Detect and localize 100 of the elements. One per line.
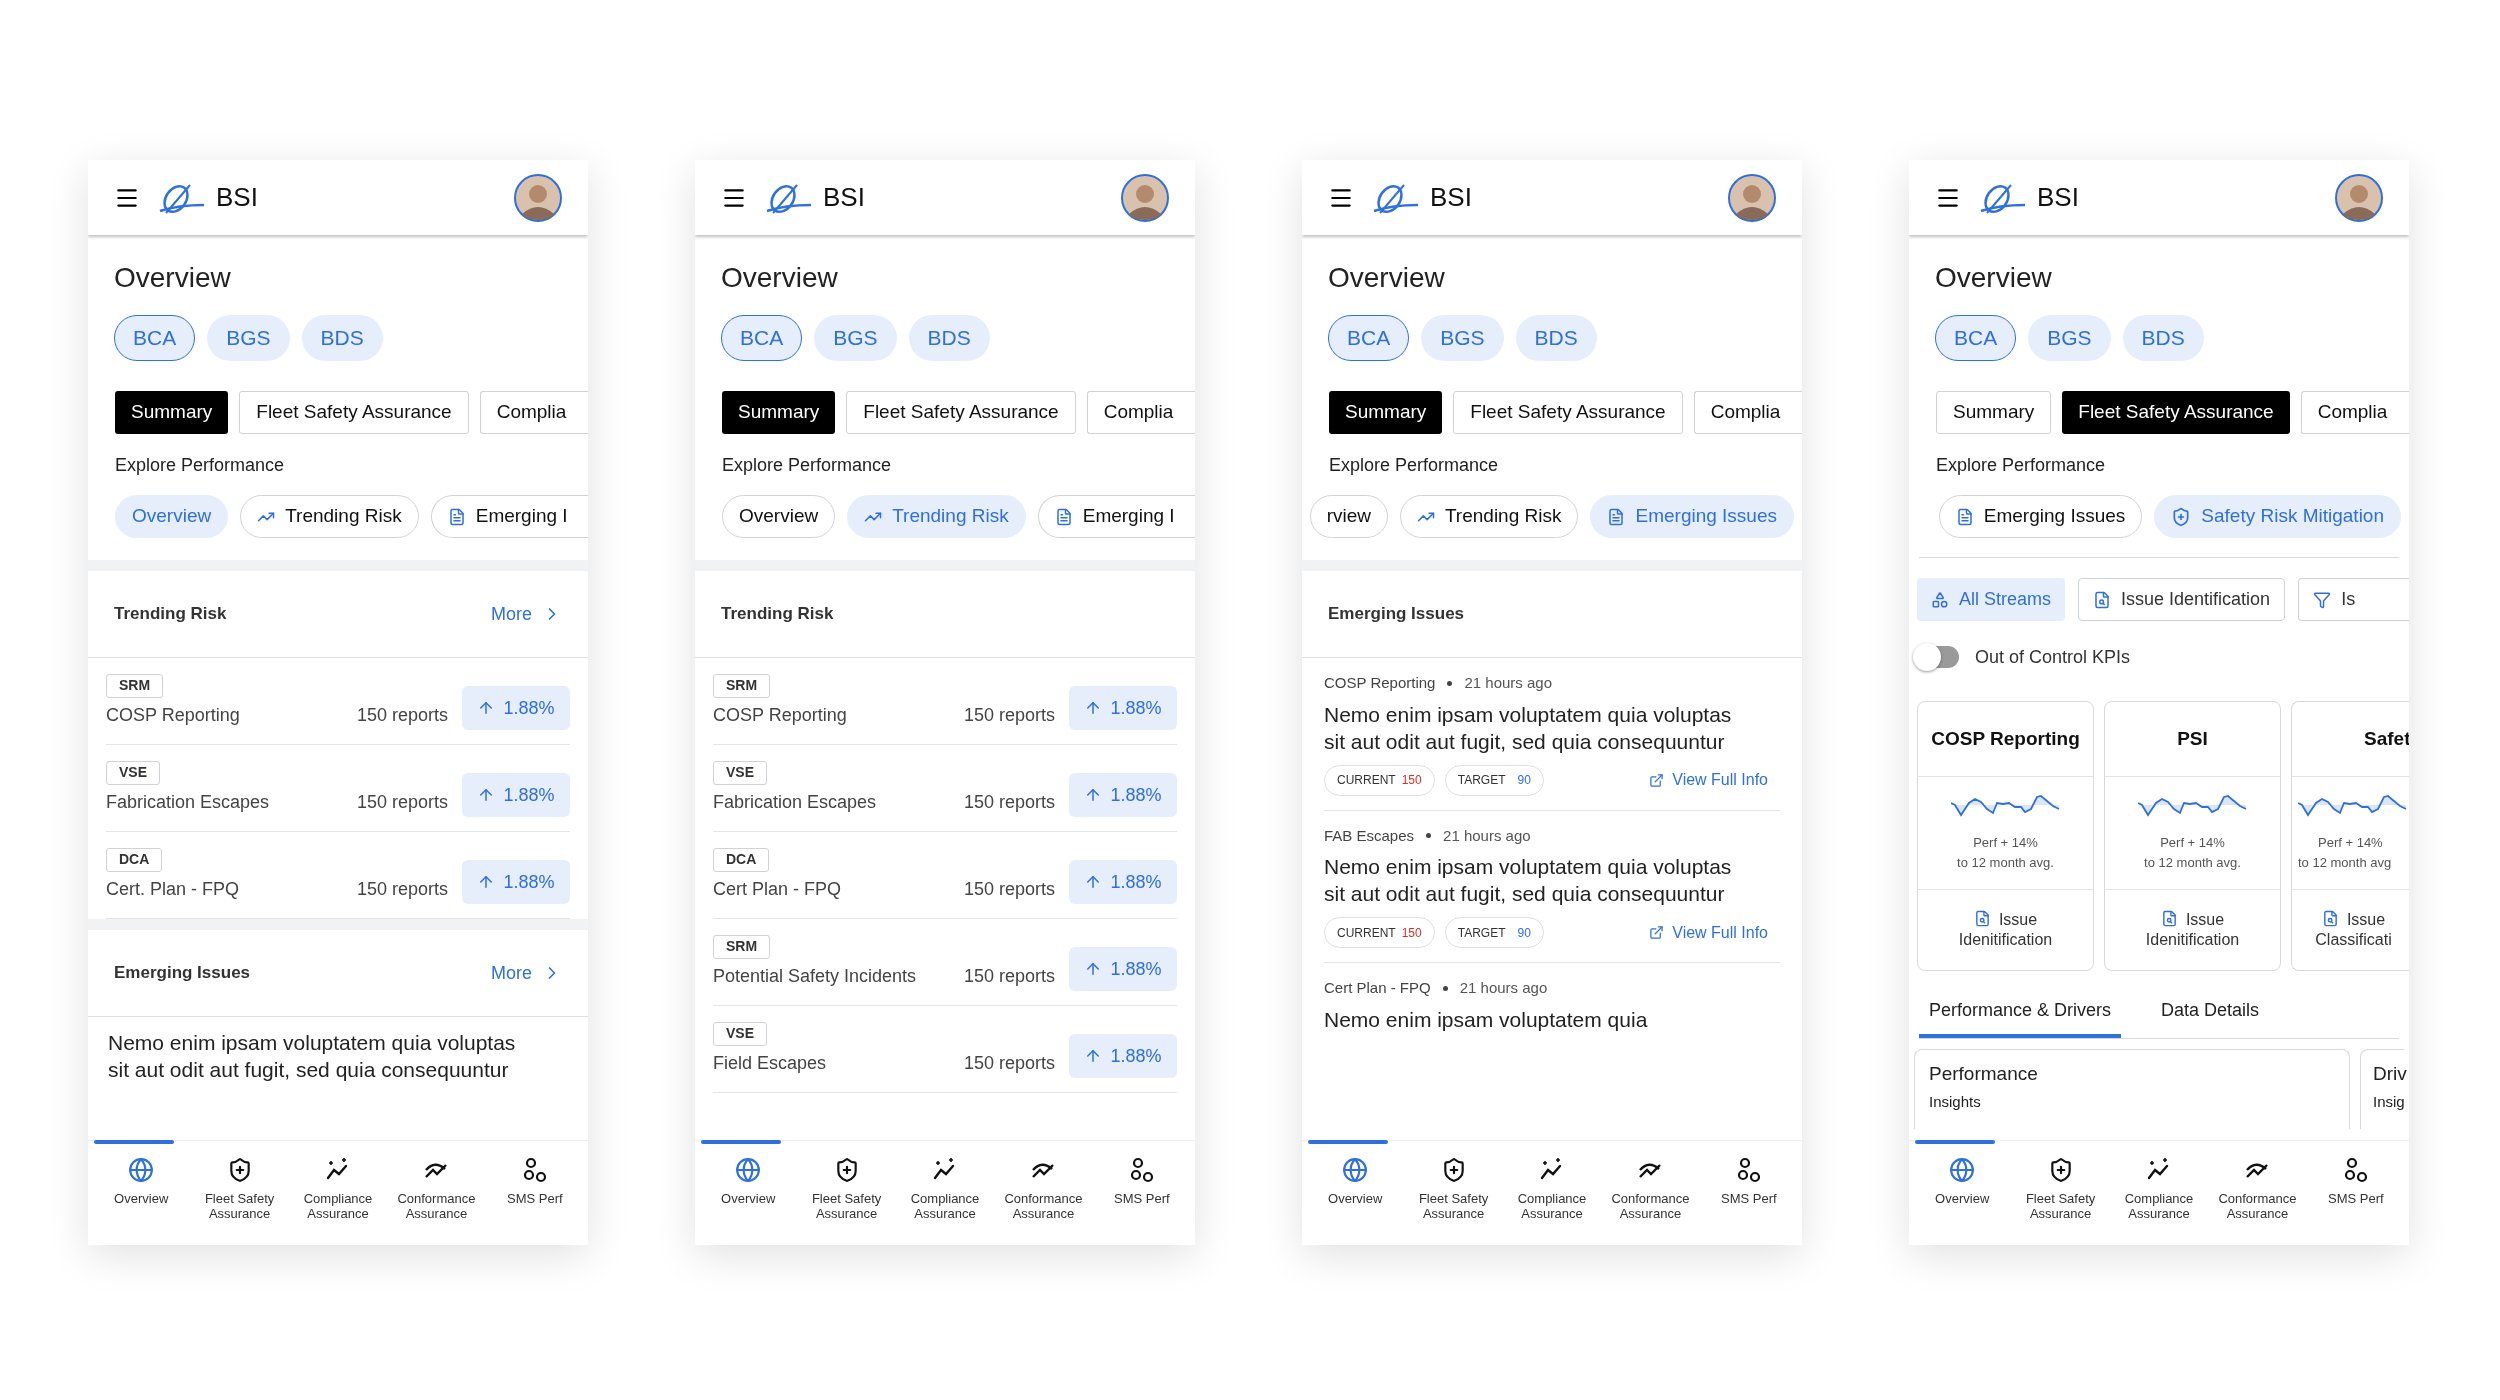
kpi-card[interactable]: COSP Reporting Perf + 14% to 12 month avg. Issue Idenitification	[1917, 701, 2094, 971]
bottom-nav-item[interactable]: SMS Perf	[2306, 1141, 2406, 1245]
sub-tab[interactable]: Data Details	[2151, 997, 2270, 1038]
business-unit-chip[interactable]: BCA	[1328, 315, 1410, 361]
section-title: Trending Risk	[114, 603, 227, 626]
explore-pill[interactable]: Trending Risk	[847, 495, 1026, 538]
section-tab[interactable]: Complia	[479, 391, 588, 434]
bottom-nav-item[interactable]: Compliance Assurance	[895, 1141, 995, 1245]
stream-filter[interactable]: Is	[2298, 578, 2409, 621]
business-unit-chip[interactable]: BGS	[1421, 315, 1504, 361]
circles-icon	[1128, 1157, 1155, 1183]
bottom-nav-item[interactable]: Conformance Assurance	[994, 1141, 1093, 1245]
more-link[interactable]: More	[491, 600, 562, 628]
category-tag: SRM	[713, 934, 771, 959]
toggle-label: Out of Control KPIs	[1975, 645, 2131, 669]
bottom-nav-item[interactable]: Conformance Assurance	[2208, 1141, 2307, 1245]
category-tag: VSE	[713, 1021, 767, 1046]
explore-pill[interactable]: Emerging Issues	[1590, 495, 1794, 538]
avatar[interactable]	[2335, 173, 2383, 222]
kpi-title: COSP Reporting	[1930, 729, 2081, 749]
risk-name: Field Escapes	[713, 1051, 827, 1075]
avatar[interactable]	[1121, 173, 1169, 222]
issue-source: COSP Reporting	[1324, 673, 1436, 693]
bottom-nav-item[interactable]: Fleet Safety Assurance	[2011, 1141, 2110, 1245]
bottom-nav-item[interactable]: Fleet Safety Assurance	[1404, 1141, 1503, 1245]
view-info-link[interactable]: View Full Info	[1649, 768, 1768, 792]
bottom-nav-item[interactable]: Compliance Assurance	[2109, 1141, 2209, 1245]
view-info-link[interactable]: View Full Info	[1649, 920, 1768, 945]
avatar[interactable]	[1728, 173, 1776, 222]
issue-link[interactable]: Issue Idenitification	[1935, 910, 2076, 950]
section-tab[interactable]: Summary	[115, 391, 229, 434]
shapes-icon	[1931, 590, 1949, 609]
section-tab[interactable]: Complia	[2300, 391, 2409, 434]
section-tab[interactable]: Fleet Safety Assurance	[846, 391, 1076, 434]
explore-pill[interactable]: Overview	[115, 495, 229, 538]
kpi-card[interactable]: PSI Perf + 14% to 12 month avg. Issue Idenitification	[2104, 701, 2281, 971]
section-tab[interactable]: Fleet Safety Assurance	[1453, 391, 1683, 434]
explore-pill[interactable]: Overview	[722, 495, 836, 538]
explore-pill[interactable]: Emerging Issues	[1938, 495, 2143, 538]
avatar[interactable]	[514, 173, 562, 222]
stream-filter[interactable]: Issue Identification	[2078, 578, 2286, 621]
explore-pill[interactable]: Emerging I	[1037, 495, 1195, 538]
bottom-nav-item[interactable]: Fleet Safety Assurance	[190, 1141, 289, 1245]
business-unit-chip[interactable]: BCA	[721, 315, 803, 361]
business-unit-chip[interactable]: BDS	[301, 315, 383, 361]
section-tab[interactable]: Fleet Safety Assurance	[239, 391, 469, 434]
issue-link[interactable]: Issue Classificati	[2298, 910, 2409, 950]
bottom-nav-item[interactable]: Compliance Assurance	[288, 1141, 388, 1245]
toggle-switch[interactable]	[1915, 646, 1959, 668]
explore-pill[interactable]: Safety Risk Mitigation	[2154, 495, 2401, 538]
metric-value: 150	[1401, 772, 1422, 789]
explore-pill[interactable]: rview	[1309, 495, 1388, 538]
bottom-nav-item[interactable]: SMS Perf	[485, 1141, 585, 1245]
business-unit-chip[interactable]: BGS	[2028, 315, 2111, 361]
business-unit-chip[interactable]: BCA	[114, 315, 196, 361]
report-count: 150 reports	[963, 877, 1055, 901]
section-tab[interactable]: Summary	[722, 391, 836, 434]
bottom-nav-item[interactable]: Overview	[1306, 1141, 1405, 1245]
more-link[interactable]: More	[491, 959, 562, 987]
file-search-icon	[2160, 910, 2178, 927]
category-tag: DCA	[713, 847, 770, 872]
bottom-nav-item[interactable]: Compliance Assurance	[1502, 1141, 1602, 1245]
bottom-nav-item[interactable]: Fleet Safety Assurance	[797, 1141, 896, 1245]
section-tab[interactable]: Complia	[1086, 391, 1195, 434]
insight-subtitle: Insig	[2373, 1091, 2404, 1112]
section-tab[interactable]: Summary	[1936, 391, 2052, 434]
insight-title: Performance	[1929, 1062, 2039, 1086]
report-count: 150 reports	[356, 703, 448, 727]
bottom-nav-item[interactable]: Overview	[1913, 1141, 2012, 1245]
business-unit-chip[interactable]: BGS	[814, 315, 897, 361]
explore-pill[interactable]: Trending Risk	[1399, 495, 1579, 538]
business-unit-chip[interactable]: BDS	[2122, 315, 2204, 361]
bottom-nav-item[interactable]: SMS Perf	[1699, 1141, 1799, 1245]
section-tab[interactable]: Summary	[1329, 391, 1443, 434]
category-tag: VSE	[106, 760, 160, 785]
bottom-nav-item[interactable]: Overview	[699, 1141, 798, 1245]
perf-note: to 12 month avg.	[2144, 853, 2241, 872]
business-unit-chip[interactable]: BCA	[1935, 315, 2017, 361]
explore-pill[interactable]: Trending Risk	[240, 495, 419, 538]
bottom-nav-item[interactable]: Overview	[92, 1141, 191, 1245]
business-unit-chip[interactable]: BDS	[908, 315, 990, 361]
section-tab[interactable]: Complia	[1693, 391, 1802, 434]
explore-pill[interactable]: Emerging I	[430, 495, 588, 538]
section-tab[interactable]: Fleet Safety Assurance	[2062, 391, 2290, 434]
file-search-icon	[2093, 590, 2112, 609]
business-unit-chip[interactable]: BGS	[207, 315, 290, 361]
metric-label: CURRENT	[1337, 772, 1396, 789]
circles-icon	[2342, 1157, 2369, 1183]
page-title: Overview	[1934, 261, 2053, 295]
bottom-nav-item[interactable]: Conformance Assurance	[1601, 1141, 1700, 1245]
metric-label: TARGET	[1457, 772, 1506, 789]
business-unit-chip[interactable]: BDS	[1515, 315, 1597, 361]
bottom-nav-item[interactable]: Conformance Assurance	[387, 1141, 486, 1245]
perf-change: Perf + 14%	[1973, 834, 2038, 852]
issue-link[interactable]: Issue Idenitification	[2122, 910, 2263, 950]
section-title: Emerging Issues	[114, 962, 251, 985]
stream-filter[interactable]: All Streams	[1917, 578, 2066, 621]
bottom-nav-item[interactable]: SMS Perf	[1092, 1141, 1192, 1245]
sub-tab[interactable]: Performance & Drivers	[1919, 997, 2122, 1038]
issue-text: Nemo enim ipsam voluptatem quia voluptas sit aut odit aut fugit, sed quia consequuntur	[1324, 701, 1733, 755]
